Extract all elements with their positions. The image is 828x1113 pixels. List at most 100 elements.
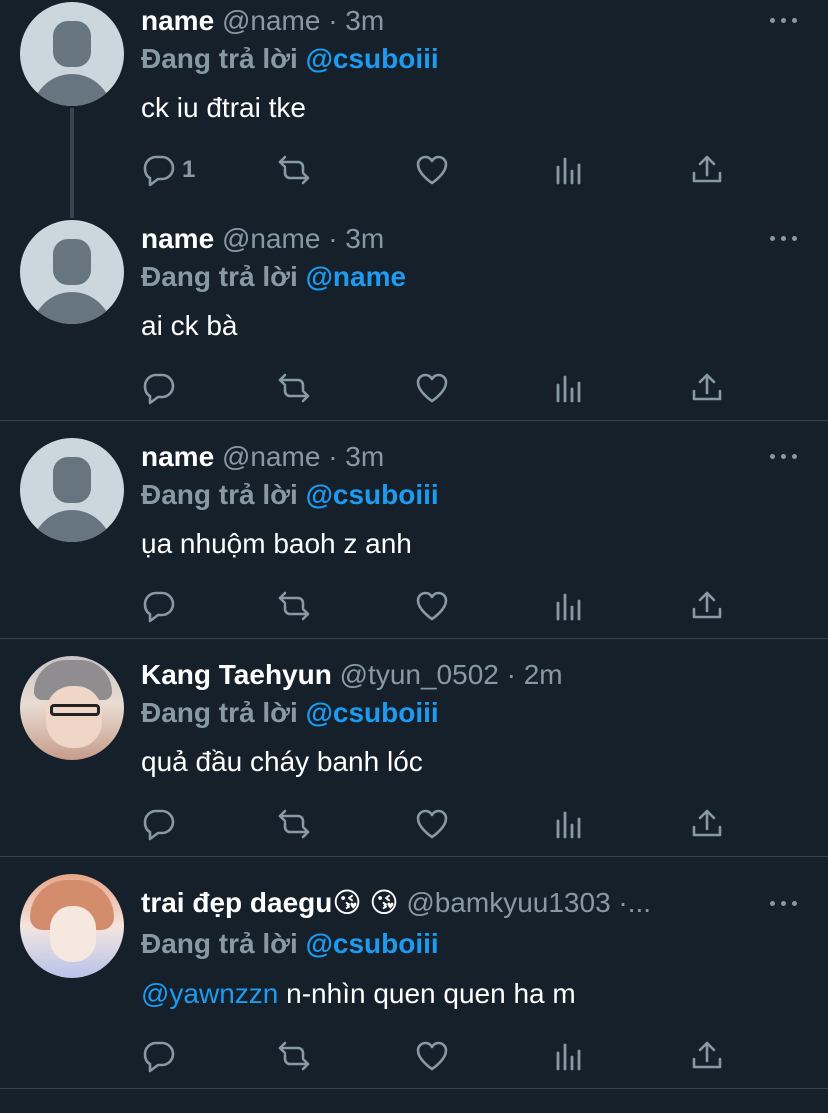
share-button[interactable]: [690, 1036, 724, 1076]
handle[interactable]: @name: [222, 441, 320, 472]
share-icon: [692, 373, 722, 401]
tweet[interactable]: Kang Taehyun @tyun_0502 · 2m Đang trả lờ…: [0, 639, 828, 857]
tweet-text: ai ck bà: [141, 310, 238, 341]
heart-icon: [416, 591, 448, 621]
timestamp[interactable]: 3m: [345, 5, 384, 36]
tweet[interactable]: trai đẹp daegu😘 😘 @bamkyuu1303 ·... Đang…: [0, 857, 828, 1089]
share-button[interactable]: [690, 804, 724, 844]
more-options-button[interactable]: [770, 893, 798, 913]
heart-icon: [416, 373, 448, 403]
separator-dot: ·: [328, 223, 338, 254]
reply-icon: [143, 1041, 175, 1073]
replying-to-label: Đang trả lời: [141, 261, 298, 292]
share-icon: [692, 809, 722, 837]
reply-button[interactable]: [142, 804, 176, 844]
more-options-button[interactable]: [770, 228, 798, 248]
avatar[interactable]: [20, 220, 124, 324]
replying-to-mention[interactable]: @csuboiii: [306, 43, 439, 74]
reply-button[interactable]: 1: [142, 150, 195, 190]
like-button[interactable]: [415, 1036, 449, 1076]
views-button[interactable]: [553, 586, 587, 626]
retweet-button[interactable]: [277, 804, 311, 844]
like-button[interactable]: [415, 368, 449, 408]
views-button[interactable]: [553, 368, 587, 408]
replying-to-mention[interactable]: @name: [306, 261, 406, 292]
share-icon: [692, 591, 722, 619]
display-name[interactable]: Kang Taehyun: [141, 659, 332, 690]
tweet-header: trai đẹp daegu😘 😘 @bamkyuu1303 ·...: [141, 883, 761, 923]
retweet-button[interactable]: [277, 1036, 311, 1076]
like-button[interactable]: [415, 586, 449, 626]
tweet[interactable]: name @name · 3m Đang trả lời @name ai ck…: [0, 218, 828, 421]
retweet-button[interactable]: [277, 586, 311, 626]
like-button[interactable]: [415, 804, 449, 844]
separator-dot: ·: [328, 5, 338, 36]
display-name[interactable]: name: [141, 5, 214, 36]
like-button[interactable]: [415, 150, 449, 190]
replying-to-label: Đang trả lời: [141, 697, 298, 728]
tweet[interactable]: name @name · 3m Đang trả lời @csuboiii ụ…: [0, 421, 828, 639]
share-button[interactable]: [690, 368, 724, 408]
retweet-button[interactable]: [277, 150, 311, 190]
share-icon: [692, 155, 722, 183]
retweet-icon: [278, 591, 310, 621]
separator-dot: ·: [328, 441, 338, 472]
avatar[interactable]: [20, 438, 124, 542]
avatar[interactable]: [20, 874, 124, 978]
timestamp[interactable]: 2m: [524, 659, 563, 690]
views-button[interactable]: [553, 1036, 587, 1076]
tweet-text: ụa nhuộm baoh z anh: [141, 528, 412, 559]
display-name[interactable]: name: [141, 223, 214, 254]
share-button[interactable]: [690, 150, 724, 190]
avatar[interactable]: [20, 656, 124, 760]
handle[interactable]: @name: [222, 223, 320, 254]
reply-button[interactable]: [142, 1036, 176, 1076]
analytics-icon: [556, 1043, 581, 1071]
views-button[interactable]: [553, 150, 587, 190]
reply-icon: [143, 155, 175, 187]
tweet[interactable]: name @name · 3m Đang trả lời @csuboiii c…: [0, 0, 828, 218]
tweet-text: quả đầu cháy banh lóc: [141, 746, 423, 777]
action-bar: [0, 368, 828, 408]
replying-to: Đang trả lời @csuboiii: [141, 693, 439, 733]
more-options-button[interactable]: [770, 446, 798, 466]
views-button[interactable]: [553, 804, 587, 844]
retweet-icon: [278, 1041, 310, 1071]
replying-to: Đang trả lời @csuboiii: [141, 39, 439, 79]
tweet-header: name @name · 3m: [141, 219, 384, 259]
heart-icon: [416, 809, 448, 839]
handle[interactable]: @name: [222, 5, 320, 36]
analytics-icon: [556, 811, 581, 839]
reply-button[interactable]: [142, 586, 176, 626]
analytics-icon: [556, 157, 581, 185]
display-name[interactable]: name: [141, 441, 214, 472]
tweet-text: ck iu đtrai tke: [141, 92, 306, 123]
retweet-icon: [278, 155, 310, 185]
avatar[interactable]: [20, 2, 124, 106]
reply-icon: [143, 809, 175, 841]
display-name[interactable]: trai đẹp daegu😘 😘: [141, 887, 399, 918]
retweet-button[interactable]: [277, 368, 311, 408]
more-options-button[interactable]: [770, 10, 798, 30]
handle[interactable]: @bamkyuu1303: [406, 887, 610, 918]
heart-icon: [416, 1041, 448, 1071]
replying-to: Đang trả lời @csuboiii: [141, 924, 439, 964]
tweet-header: name @name · 3m: [141, 1, 384, 41]
heart-icon: [416, 155, 448, 185]
analytics-icon: [556, 375, 581, 403]
replying-to-mention[interactable]: @csuboiii: [306, 697, 439, 728]
replying-to: Đang trả lời @name: [141, 257, 406, 297]
replying-to-mention[interactable]: @csuboiii: [306, 928, 439, 959]
replying-to-label: Đang trả lời: [141, 43, 298, 74]
handle[interactable]: @tyun_0502: [340, 659, 499, 690]
timestamp[interactable]: 3m: [345, 223, 384, 254]
timestamp[interactable]: 3m: [345, 441, 384, 472]
replying-to: Đang trả lời @csuboiii: [141, 475, 439, 515]
share-button[interactable]: [690, 586, 724, 626]
replying-to-label: Đang trả lời: [141, 479, 298, 510]
analytics-icon: [556, 593, 581, 621]
mention-link[interactable]: @yawnzzn: [141, 978, 278, 1009]
tweet-header: Kang Taehyun @tyun_0502 · 2m: [141, 655, 563, 695]
replying-to-mention[interactable]: @csuboiii: [306, 479, 439, 510]
reply-button[interactable]: [142, 368, 176, 408]
